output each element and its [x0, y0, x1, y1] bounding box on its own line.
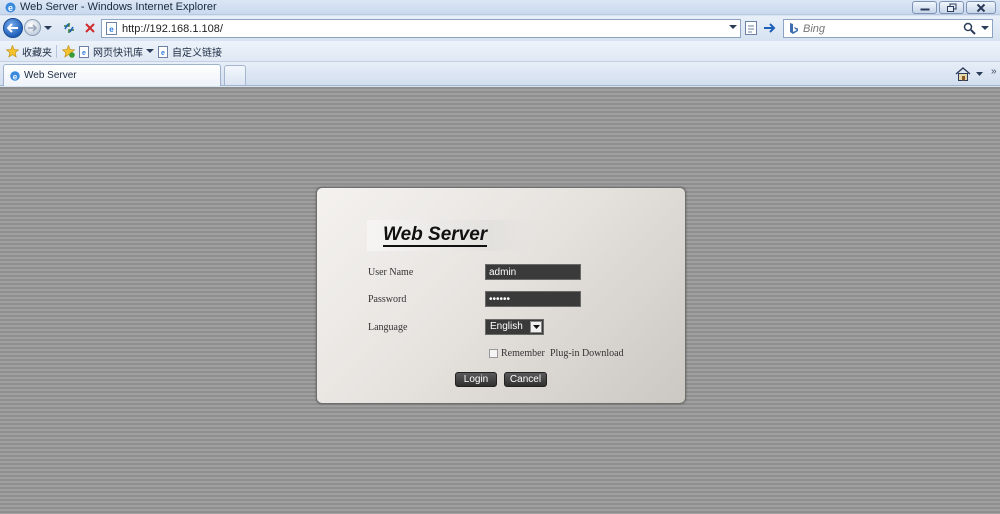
web-server-logo: Web Server — [383, 224, 488, 247]
chevron-down-icon — [533, 325, 540, 329]
svg-text:e: e — [109, 25, 114, 34]
new-tab-button[interactable] — [224, 65, 246, 85]
language-label: Language — [368, 322, 408, 333]
address-dropdown-icon[interactable] — [729, 25, 737, 30]
home-dropdown-icon[interactable] — [976, 72, 983, 76]
login-panel: Web Server User Name Password Language E… — [316, 187, 686, 404]
plugin-download-link[interactable]: Plug-in Download — [550, 348, 624, 359]
refresh-icon[interactable] — [61, 20, 77, 36]
custom-links-label: 自定义链接 — [172, 48, 222, 59]
ie-logo-icon: e — [10, 71, 20, 81]
stop-icon[interactable] — [82, 20, 98, 36]
window-controls — [912, 1, 996, 14]
password-input[interactable] — [485, 291, 581, 307]
restore-button[interactable] — [939, 1, 964, 14]
web-slice-label: 网页快讯库 — [93, 48, 143, 59]
title-bar: e Web Server - Windows Internet Explorer — [0, 0, 1000, 15]
tab-bar: e Web Server » — [0, 62, 1000, 86]
forward-arrow-icon — [27, 23, 37, 32]
navigation-bar: e — [0, 16, 1000, 41]
username-label: User Name — [368, 267, 414, 278]
close-window-button[interactable] — [966, 1, 996, 14]
language-selected-value: English — [490, 321, 523, 332]
address-input[interactable] — [122, 21, 722, 36]
favorites-button[interactable]: 收藏夹 — [6, 44, 52, 59]
ie-logo-icon: e — [5, 2, 16, 13]
minimize-icon — [920, 8, 929, 10]
search-box[interactable] — [783, 19, 993, 38]
language-dropdown-button[interactable] — [530, 321, 542, 333]
username-input[interactable] — [485, 264, 581, 280]
chevron-down-icon — [146, 49, 154, 53]
star-icon — [6, 45, 19, 58]
back-button[interactable] — [3, 18, 23, 38]
custom-links-link[interactable]: e 自定义链接 — [157, 44, 222, 59]
login-button[interactable]: Login — [455, 372, 497, 387]
svg-text:e: e — [82, 50, 86, 57]
svg-text:e: e — [13, 72, 18, 81]
favorites-bar: 收藏夹 e 网页快讯库 e 自定义链接 — [0, 41, 1000, 62]
search-dropdown-icon[interactable] — [981, 26, 989, 31]
search-icon[interactable] — [963, 22, 976, 35]
minimize-button[interactable] — [912, 1, 937, 14]
more-tools-icon[interactable]: » — [991, 66, 997, 77]
tab-web-server[interactable]: e Web Server — [3, 64, 221, 86]
restore-icon — [946, 3, 956, 12]
close-icon — [976, 3, 986, 12]
page-content: Web Server User Name Password Language E… — [0, 87, 1000, 514]
address-bar[interactable]: e — [101, 19, 741, 38]
separator — [56, 45, 57, 58]
web-slice-icon: e — [79, 45, 89, 58]
back-arrow-icon — [7, 23, 18, 33]
svg-text:e: e — [161, 50, 165, 57]
search-input[interactable] — [803, 21, 953, 36]
add-favorite-icon — [62, 45, 75, 58]
history-dropdown-icon[interactable] — [44, 24, 52, 32]
ie-page-icon: e — [158, 45, 168, 58]
language-select[interactable]: English — [485, 319, 544, 335]
password-label: Password — [368, 294, 407, 305]
svg-text:e: e — [8, 3, 13, 13]
tab-label: Web Server — [24, 70, 77, 81]
home-icon[interactable] — [955, 67, 971, 81]
forward-button[interactable] — [24, 19, 41, 36]
compatibility-view-icon[interactable] — [743, 20, 759, 36]
remember-checkbox[interactable] — [489, 349, 498, 358]
cancel-button[interactable]: Cancel — [504, 372, 547, 387]
window-title: Web Server - Windows Internet Explorer — [20, 1, 217, 13]
go-arrow-icon[interactable] — [762, 20, 778, 36]
bing-icon — [790, 23, 798, 34]
remember-label: Remember — [501, 348, 545, 359]
favorites-label: 收藏夹 — [22, 48, 52, 59]
web-slice-gallery-link[interactable]: e 网页快讯库 — [62, 44, 154, 59]
page-icon: e — [106, 22, 117, 35]
